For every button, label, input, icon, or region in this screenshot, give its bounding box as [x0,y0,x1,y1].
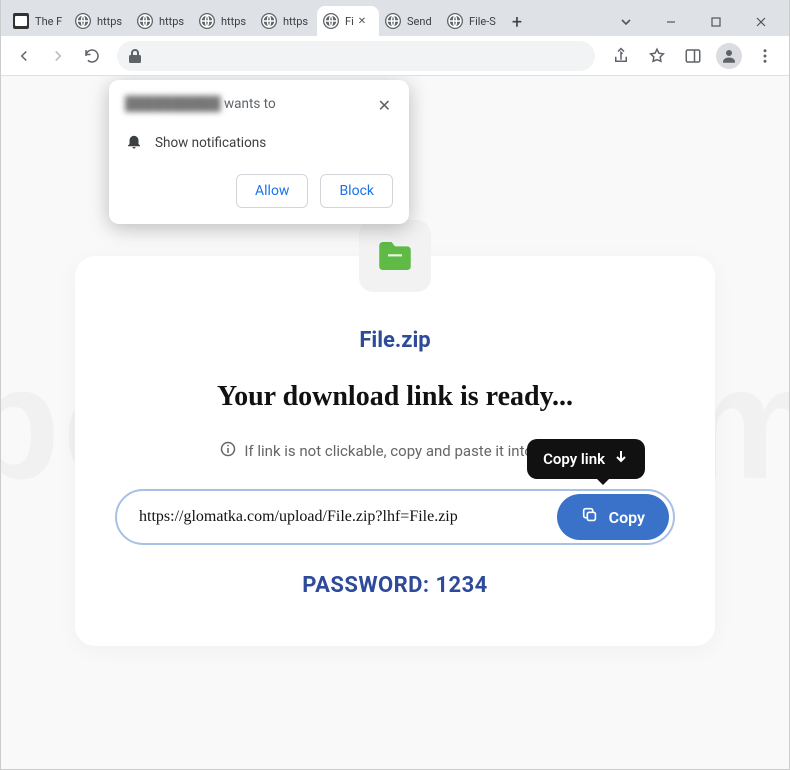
copy-icon [581,506,599,528]
window-close-button[interactable] [738,8,783,36]
tab-label: https [97,15,122,28]
share-icon[interactable] [605,41,637,71]
permission-notification-row: Show notifications [125,132,393,154]
tab-1[interactable]: https [69,6,131,36]
info-icon [220,441,236,461]
password-label: PASSWORD: 1234 [115,573,675,598]
notification-permission-popup: ██████████ wants to ✕ Show notifications… [109,80,409,224]
browser-window: The F https https https https [0,0,790,770]
permission-origin: ██████████ wants to [125,96,276,112]
tab-label: File-S [469,15,496,28]
globe-icon [137,13,153,29]
tab-2[interactable]: https [131,6,193,36]
window-maximize-button[interactable] [693,8,738,36]
download-card: File.zip Your download link is ready... … [75,256,715,646]
permission-close-icon[interactable]: ✕ [376,96,393,116]
tab-label: Send [407,15,432,28]
nav-toolbar [1,36,789,76]
tab-label: https [159,15,184,28]
link-row: Copy link https://glomatka.com/upload/Fi… [115,489,675,545]
tab-close-icon[interactable]: ✕ [358,16,366,27]
tab-7[interactable]: File-S [441,6,503,36]
globe-icon [447,13,463,29]
lock-icon [127,48,143,64]
new-tab-button[interactable]: + [503,8,531,36]
window-dropdown-icon[interactable] [603,8,648,36]
page-content: pcrisk.com ██████████ wants to ✕ Show no… [1,76,789,769]
permission-allow-button[interactable]: Allow [236,174,308,208]
globe-icon [261,13,277,29]
tab-strip: The F https https https https [1,0,789,36]
back-button[interactable] [9,41,39,71]
tab-label: Fi [345,15,354,28]
blurred-origin: ██████████ [125,96,221,112]
globe-icon [385,13,401,29]
tab-label: https [283,15,308,28]
side-panel-icon[interactable] [677,41,709,71]
folder-icon [359,220,431,292]
copy-button[interactable]: Copy [557,494,669,540]
tab-3[interactable]: https [193,6,255,36]
tooltip-text: Copy link [543,450,605,468]
bell-icon [125,132,143,154]
tab-5-active[interactable]: Fi ✕ [317,6,379,36]
bookmark-star-icon[interactable] [641,41,673,71]
permission-block-button[interactable]: Block [320,174,393,208]
download-arrow-icon [613,449,629,469]
tab-label: https [221,15,246,28]
copy-tooltip: Copy link [527,439,645,479]
window-minimize-button[interactable] [648,8,693,36]
copy-label: Copy [609,508,645,527]
reload-button[interactable] [77,41,107,71]
file-name: File.zip [115,328,675,353]
headline: Your download link is ready... [115,381,675,413]
favicon-site-icon [13,13,29,29]
tab-0[interactable]: The F [7,6,69,36]
menu-button[interactable] [749,41,781,71]
globe-icon [75,13,91,29]
tab-label: The F [35,15,62,28]
tab-6[interactable]: Send [379,6,441,36]
download-link[interactable]: https://glomatka.com/upload/File.zip?lhf… [139,508,557,526]
address-bar[interactable] [117,41,595,71]
profile-avatar[interactable] [713,41,745,71]
globe-icon [323,13,339,29]
tab-4[interactable]: https [255,6,317,36]
permission-notification-label: Show notifications [155,135,266,151]
forward-button[interactable] [43,41,73,71]
globe-icon [199,13,215,29]
hint-text: If link is not clickable, copy and paste… [244,442,569,460]
